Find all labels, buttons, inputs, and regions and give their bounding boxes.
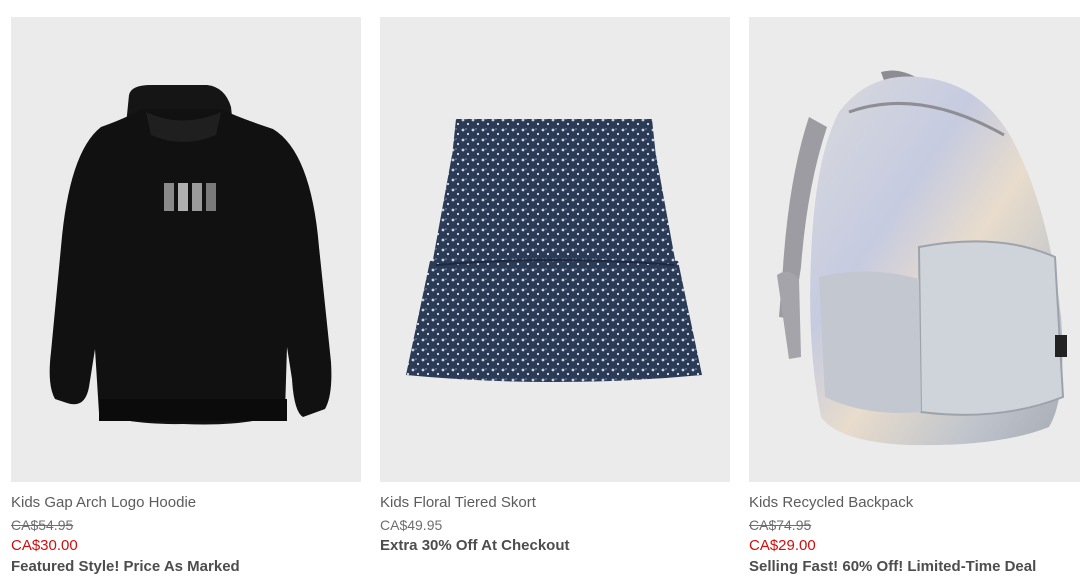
product-name[interactable]: Kids Gap Arch Logo Hoodie bbox=[11, 494, 361, 516]
product-card-hoodie[interactable]: Kids Gap Arch Logo Hoodie CA$54.95 CA$30… bbox=[11, 17, 361, 576]
promo-message: Extra 30% Off At Checkout bbox=[380, 537, 570, 554]
product-info-hoodie: Kids Gap Arch Logo Hoodie CA$54.95 CA$30… bbox=[11, 482, 361, 576]
product-info-skort: Kids Floral Tiered Skort CA$49.95 Extra … bbox=[380, 482, 730, 555]
product-image-backpack[interactable] bbox=[749, 17, 1080, 482]
product-info-backpack: Kids Recycled Backpack CA$74.95 CA$29.00… bbox=[749, 482, 1080, 576]
product-image-skort[interactable] bbox=[380, 17, 730, 482]
product-grid: Kids Gap Arch Logo Hoodie CA$54.95 CA$30… bbox=[0, 0, 1080, 583]
product-name[interactable]: Kids Floral Tiered Skort bbox=[380, 494, 730, 516]
product-name[interactable]: Kids Recycled Backpack bbox=[749, 494, 1080, 516]
promo-message: Selling Fast! 60% Off! Limited-Time Deal bbox=[749, 558, 1037, 575]
sale-price: CA$29.00 bbox=[749, 537, 816, 554]
sale-price: CA$30.00 bbox=[11, 537, 78, 554]
original-price: CA$74.95 bbox=[749, 517, 812, 533]
hoodie-illustration bbox=[49, 85, 332, 425]
product-image-hoodie[interactable] bbox=[11, 17, 361, 482]
regular-price: CA$49.95 bbox=[380, 517, 443, 533]
skort-illustration bbox=[406, 119, 702, 382]
backpack-illustration bbox=[777, 70, 1067, 446]
original-price: CA$54.95 bbox=[11, 517, 74, 533]
promo-message: Featured Style! Price As Marked bbox=[11, 558, 240, 575]
product-card-skort[interactable]: Kids Floral Tiered Skort CA$49.95 Extra … bbox=[380, 17, 730, 555]
product-card-backpack[interactable]: Kids Recycled Backpack CA$74.95 CA$29.00… bbox=[749, 17, 1080, 576]
